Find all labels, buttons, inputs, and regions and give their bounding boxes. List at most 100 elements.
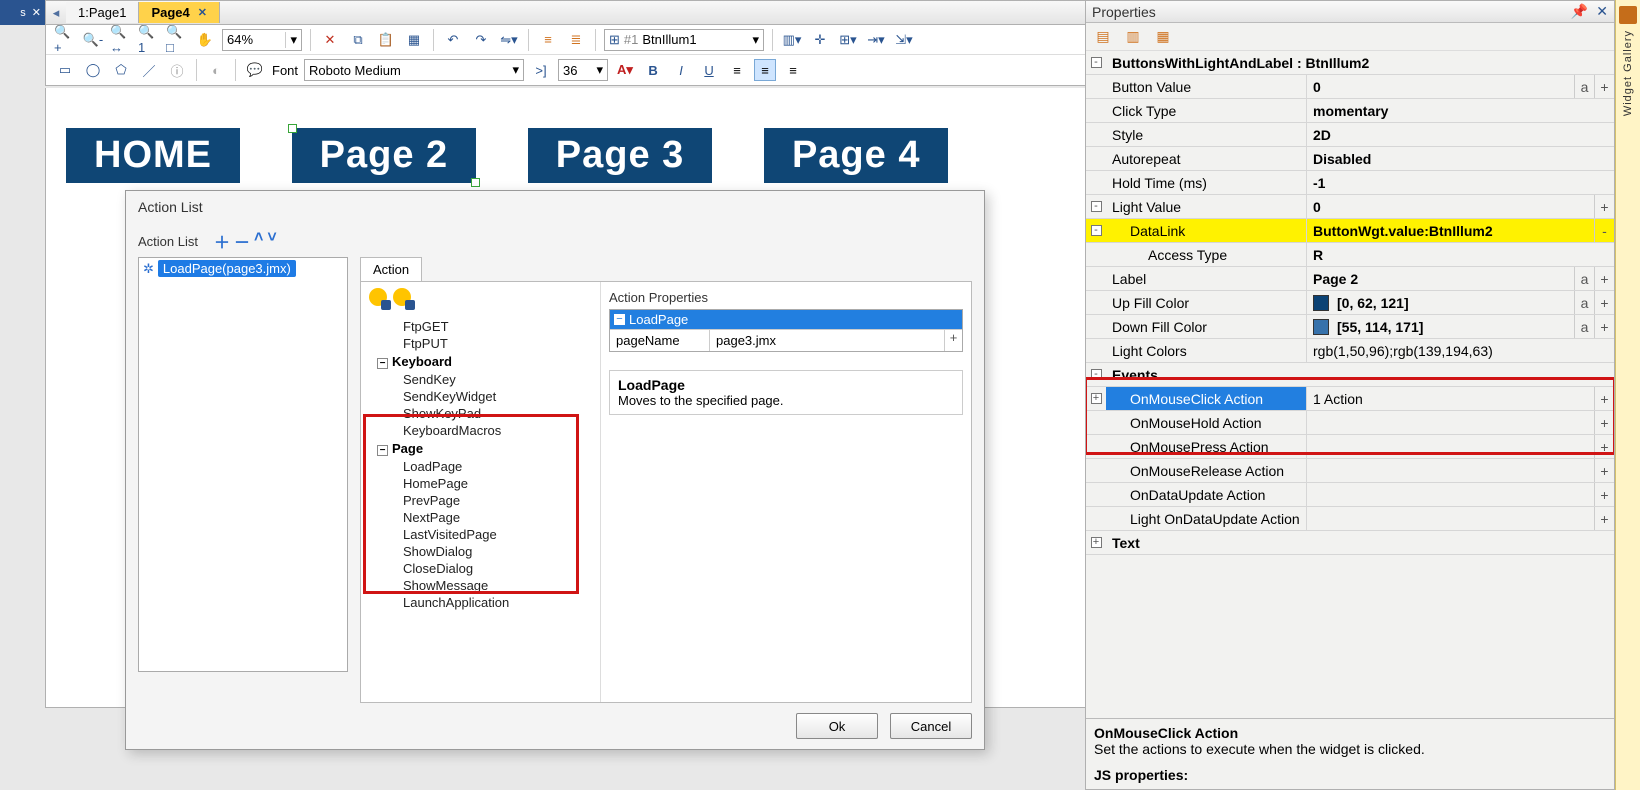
a-button[interactable]: a xyxy=(1574,315,1594,338)
italic-icon[interactable]: I xyxy=(670,59,692,81)
collapse-icon[interactable]: - xyxy=(1091,57,1102,68)
a-button[interactable]: a xyxy=(1574,267,1594,290)
close-icon[interactable]: ✕ xyxy=(32,6,41,19)
plus-icon[interactable]: + xyxy=(1594,75,1614,98)
close-icon[interactable]: ✕ xyxy=(1596,3,1608,20)
underline-icon[interactable]: U xyxy=(698,59,720,81)
font-color-icon[interactable]: A▾ xyxy=(614,59,636,81)
close-icon[interactable]: ✕ xyxy=(198,6,207,19)
tree-group-keyboard[interactable]: −Keyboard xyxy=(377,352,594,371)
distrib-icon[interactable]: ⊞▾ xyxy=(837,29,859,51)
rotate-left-icon[interactable]: ↶ xyxy=(442,29,464,51)
tab-action[interactable]: Action xyxy=(360,257,422,281)
expand-icon[interactable]: + xyxy=(1091,393,1102,404)
eraser-icon[interactable]: ◐ xyxy=(205,59,227,81)
ok-button[interactable]: Ok xyxy=(796,713,878,739)
property-row[interactable]: OnDataUpdate Action+ xyxy=(1086,483,1614,507)
tree-leaf[interactable]: ShowKeyPad xyxy=(403,405,594,422)
tree-leaf[interactable]: LastVisitedPage xyxy=(403,526,594,543)
action-tree[interactable]: FtpGET FtpPUT −Keyboard SendKey SendKeyW… xyxy=(361,282,601,702)
tree-leaf[interactable]: SendKeyWidget xyxy=(403,388,594,405)
zoom-fit-icon[interactable]: 🔍↔ xyxy=(110,29,132,51)
copy-icon[interactable]: ⧉ xyxy=(347,29,369,51)
bold-icon[interactable]: B xyxy=(642,59,664,81)
property-row[interactable]: Style2D xyxy=(1086,123,1614,147)
pin-icon[interactable]: 📌 xyxy=(1571,3,1588,20)
plus-icon[interactable]: + xyxy=(944,330,962,351)
plus-icon[interactable]: + xyxy=(1594,435,1614,458)
property-group-header[interactable]: − LoadPage xyxy=(610,310,962,329)
page-button-4[interactable]: Page 4 xyxy=(764,128,949,183)
plus-icon[interactable]: + xyxy=(1594,507,1614,530)
property-row[interactable]: -Light Value0+ xyxy=(1086,195,1614,219)
plus-icon[interactable]: + xyxy=(1594,411,1614,434)
cancel-button[interactable]: Cancel xyxy=(890,713,972,739)
tree-leaf[interactable]: LaunchApplication xyxy=(403,594,594,611)
property-grid[interactable]: - ButtonsWithLightAndLabel : BtnIllum2 B… xyxy=(1086,51,1614,718)
tree-leaf[interactable]: SendKey xyxy=(403,371,594,388)
collapse-icon[interactable]: - xyxy=(1091,201,1102,212)
add-icon[interactable]: ＋ xyxy=(214,229,230,253)
tree-leaf[interactable]: PrevPage xyxy=(403,492,594,509)
paste-icon[interactable]: 📋 xyxy=(375,29,397,51)
expand-icon[interactable]: + xyxy=(1091,537,1102,548)
indent-icon[interactable]: >] xyxy=(530,59,552,81)
property-row[interactable]: OnMouseRelease Action+ xyxy=(1086,459,1614,483)
spacing-icon[interactable]: ⇲▾ xyxy=(893,29,915,51)
tab-page4[interactable]: Page4 ✕ xyxy=(139,2,220,23)
tree-leaf[interactable]: HomePage xyxy=(403,475,594,492)
tree-leaf[interactable]: CloseDialog xyxy=(403,560,594,577)
a-button[interactable]: a xyxy=(1574,291,1594,314)
action-list-item[interactable]: ✲ LoadPage(page3.jmx) xyxy=(139,258,347,279)
align-h-icon[interactable]: ▥▾ xyxy=(781,29,803,51)
tree-leaf[interactable]: FtpPUT xyxy=(403,335,594,352)
property-group-events[interactable]: -Events xyxy=(1086,363,1614,387)
property-row[interactable]: Down Fill Color[55, 114, 171]a+ xyxy=(1086,315,1614,339)
tree-leaf[interactable]: KeyboardMacros xyxy=(403,422,594,439)
plus-icon[interactable]: + xyxy=(1594,315,1614,338)
remove-icon[interactable]: － xyxy=(234,229,250,253)
property-row[interactable]: Access TypeR xyxy=(1086,243,1614,267)
property-value[interactable]: page3.jmx xyxy=(710,330,944,351)
line-icon[interactable]: ／ xyxy=(138,59,160,81)
tree-leaf[interactable]: ShowDialog xyxy=(403,543,594,560)
property-row-datalink[interactable]: -DataLinkButtonWgt.value:BtnIllum2- xyxy=(1086,219,1614,243)
rotate-right-icon[interactable]: ↷ xyxy=(470,29,492,51)
tab-page1[interactable]: 1:Page1 xyxy=(66,2,139,23)
categorized-icon[interactable]: ▤ xyxy=(1092,26,1114,48)
plus-icon[interactable]: + xyxy=(1594,267,1614,290)
layer-icon[interactable]: ≡ xyxy=(537,29,559,51)
alphabetical-icon[interactable]: ▥ xyxy=(1122,26,1144,48)
pan-icon[interactable]: ✋ xyxy=(194,29,216,51)
property-row[interactable]: Hold Time (ms)-1 xyxy=(1086,171,1614,195)
tree-leaf-loadpage[interactable]: LoadPage xyxy=(403,458,594,475)
minus-icon[interactable]: - xyxy=(1594,219,1614,242)
tree-icon[interactable] xyxy=(393,288,411,306)
poly-icon[interactable]: ⬠ xyxy=(110,59,132,81)
action-listbox[interactable]: ✲ LoadPage(page3.jmx) xyxy=(138,257,348,672)
flip-icon[interactable]: ⇋▾ xyxy=(498,29,520,51)
plus-icon[interactable]: + xyxy=(1594,483,1614,506)
ellipse-icon[interactable]: ◯ xyxy=(82,59,104,81)
align-left-icon[interactable]: ≡ xyxy=(726,59,748,81)
collapse-icon[interactable]: − xyxy=(614,314,625,325)
zoom-sel-icon[interactable]: 🔍□ xyxy=(166,29,188,51)
events-icon[interactable]: ▦ xyxy=(1152,26,1174,48)
font-combo[interactable]: Roboto Medium ▾ xyxy=(304,59,524,81)
a-button[interactable]: a xyxy=(1574,75,1594,98)
widget-name-combo[interactable]: ⊞ #1 BtnIllum1 ▾ xyxy=(604,29,764,51)
align-right-icon[interactable]: ≡ xyxy=(782,59,804,81)
page-button-2[interactable]: Page 2 xyxy=(292,128,477,183)
size-icon[interactable]: ⇥▾ xyxy=(865,29,887,51)
property-group-text[interactable]: +Text xyxy=(1086,531,1614,555)
collapse-icon[interactable]: - xyxy=(1091,225,1102,236)
property-row[interactable]: AutorepeatDisabled xyxy=(1086,147,1614,171)
property-row-onmouseclick[interactable]: +OnMouseClick Action1 Action+ xyxy=(1086,387,1614,411)
plus-icon[interactable]: + xyxy=(1594,387,1614,410)
align-center-icon[interactable]: ≡ xyxy=(754,59,776,81)
property-row[interactable]: pageName page3.jmx + xyxy=(610,329,962,351)
tab-scroll-left-icon[interactable]: ◂ xyxy=(46,5,66,21)
zoom-actual-icon[interactable]: 🔍1 xyxy=(138,29,160,51)
tree-icon[interactable] xyxy=(369,288,387,306)
property-row[interactable]: LabelPage 2a+ xyxy=(1086,267,1614,291)
